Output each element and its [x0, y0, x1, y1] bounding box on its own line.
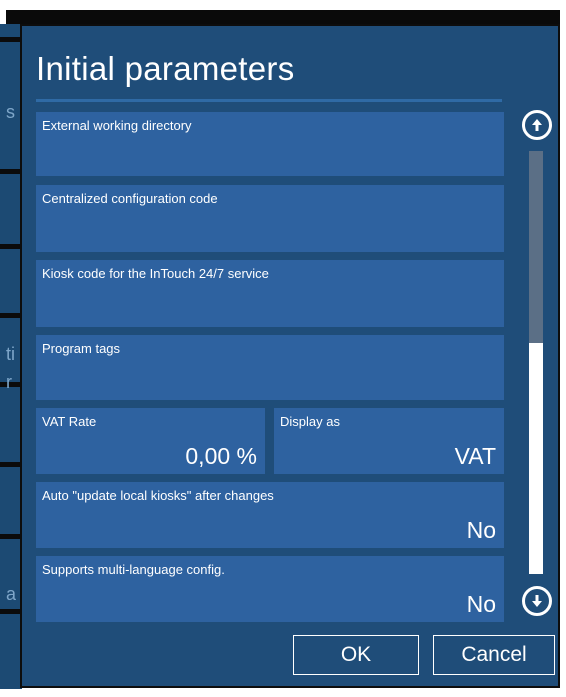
arrow-down-circle-icon[interactable] — [522, 586, 552, 616]
background-left-panel: s ti r a — [0, 24, 22, 689]
background-text-fragment: s — [6, 102, 15, 122]
background-stripe — [0, 37, 22, 42]
scrollbar-thumb[interactable] — [529, 151, 543, 343]
vat-rate-field[interactable]: VAT Rate 0,00 % — [36, 408, 265, 474]
auto-update-kiosks-field[interactable]: Auto "update local kiosks" after changes… — [36, 482, 504, 548]
background-text-fragment: r — [6, 372, 12, 392]
program-tags-field[interactable]: Program tags — [36, 335, 504, 400]
scrollbar-track[interactable] — [529, 151, 543, 574]
background-stripe — [0, 244, 22, 249]
arrow-up-icon — [532, 119, 542, 131]
background-stripe — [0, 169, 22, 174]
background-stripe — [0, 534, 22, 539]
background-topbar — [6, 10, 560, 24]
cancel-button[interactable]: Cancel — [433, 635, 555, 675]
vat-rate-value: 0,00 % — [185, 443, 257, 469]
background-stripe — [0, 313, 22, 318]
centralized-configuration-code-field[interactable]: Centralized configuration code — [36, 185, 504, 252]
background-stripe — [0, 462, 22, 467]
multi-language-config-field[interactable]: Supports multi-language config. No — [36, 556, 504, 622]
kiosk-code-field[interactable]: Kiosk code for the InTouch 24/7 service — [36, 260, 504, 327]
multi-language-value: No — [466, 591, 496, 617]
background-text-fragment: a — [6, 584, 17, 604]
arrow-down-icon — [532, 595, 542, 607]
ok-button[interactable]: OK — [293, 635, 419, 675]
external-working-directory-field[interactable]: External working directory — [36, 112, 504, 176]
background-stripe — [0, 609, 22, 614]
vat-rate-label: VAT Rate — [42, 414, 97, 429]
field-label: External working directory — [42, 118, 192, 133]
initial-parameters-dialog: Initial parameters External working dire… — [20, 24, 560, 688]
multi-language-label: Supports multi-language config. — [42, 562, 225, 577]
field-label: Program tags — [42, 341, 121, 356]
display-as-field[interactable]: Display as VAT — [274, 408, 504, 474]
field-label: Kiosk code for the InTouch 24/7 service — [42, 266, 269, 281]
arrow-up-circle-icon[interactable] — [522, 110, 552, 140]
display-as-label: Display as — [280, 414, 340, 429]
field-label: Centralized configuration code — [42, 191, 218, 206]
background-text-fragment: ti — [6, 344, 15, 364]
auto-update-label: Auto "update local kiosks" after changes — [42, 488, 274, 503]
display-as-value: VAT — [454, 443, 496, 469]
title-divider — [36, 99, 502, 102]
dialog-title: Initial parameters — [36, 50, 295, 87]
auto-update-value: No — [466, 517, 496, 543]
